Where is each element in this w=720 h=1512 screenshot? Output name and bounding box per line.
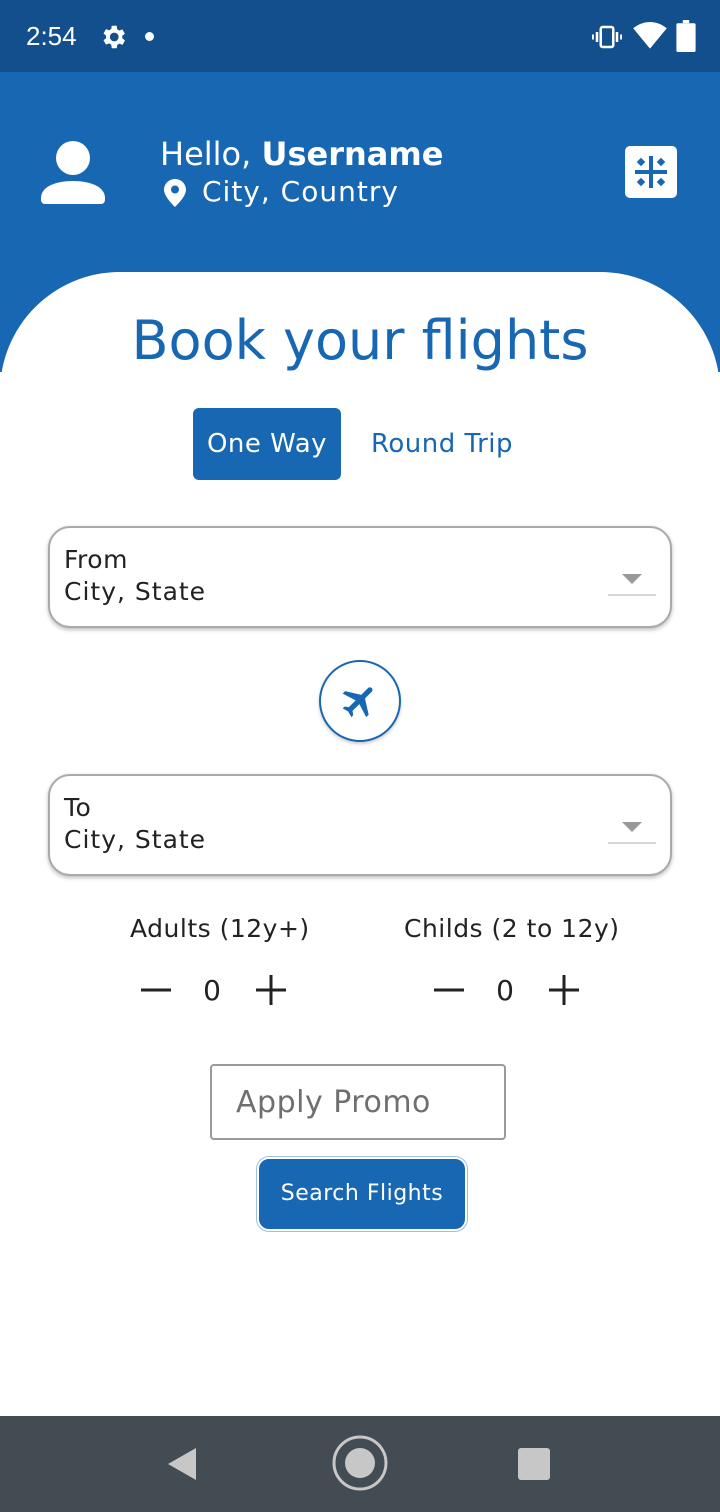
vibrate-icon [592,25,622,49]
swap-airports-button[interactable] [319,660,401,742]
adults-plus-icon[interactable] [253,972,289,1008]
recents-icon[interactable] [518,1448,550,1480]
dropdown-underline [608,842,656,844]
tab-one-way[interactable]: One Way [193,408,341,480]
to-value: City, State [64,825,207,854]
from-label: From [64,545,128,574]
gear-icon [103,25,125,49]
username: Username [261,135,444,173]
tab-round-trip[interactable]: Round Trip [360,408,524,480]
menu-grid-icon[interactable] [625,146,677,198]
status-time: 2:54 [26,21,77,51]
childs-count: 0 [496,974,514,1007]
greeting: Hello, Username [160,134,443,174]
search-flights-button[interactable]: Search Flights [257,1157,467,1231]
status-bar: 2:54 [0,0,720,72]
location-text: City, Country [202,175,399,208]
notification-dot [145,32,154,41]
to-label: To [64,793,92,822]
from-value: City, State [64,577,207,606]
page-title: Book your flights [131,309,589,372]
adults-count: 0 [203,974,221,1007]
home-icon[interactable] [331,1434,389,1492]
airplane-icon [342,687,373,718]
dropdown-underline [608,594,656,596]
childs-minus-icon[interactable] [431,972,467,1008]
promo-input[interactable] [210,1064,506,1140]
back-icon[interactable] [166,1446,198,1482]
location-pin-icon [164,179,186,207]
childs-plus-icon[interactable] [546,972,582,1008]
wifi-icon [633,22,667,49]
childs-label: Childs (2 to 12y) [404,914,620,943]
greeting-prefix: Hello, [160,135,262,173]
adults-minus-icon[interactable] [138,972,174,1008]
chevron-down-icon [622,574,642,584]
from-dropdown[interactable]: From City, State [48,526,672,628]
battery-icon [676,20,696,52]
adults-label: Adults (12y+) [130,914,310,943]
user-avatar-icon[interactable] [40,140,106,206]
chevron-down-icon [622,822,642,832]
to-dropdown[interactable]: To City, State [48,774,672,876]
